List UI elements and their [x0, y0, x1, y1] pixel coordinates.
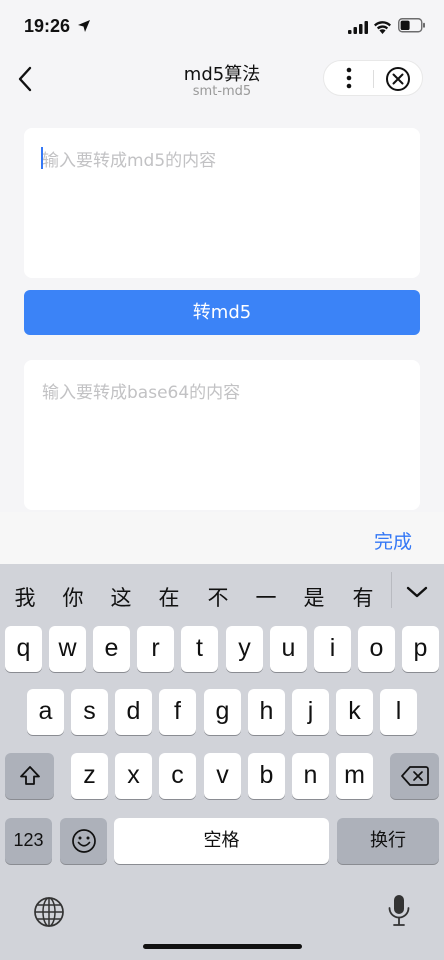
shift-key[interactable]	[5, 753, 54, 799]
candidate-word[interactable]: 一	[249, 582, 283, 612]
key[interactable]: l	[380, 689, 417, 735]
capsule-divider	[373, 70, 374, 88]
shift-icon	[19, 766, 40, 785]
battery-icon	[398, 18, 425, 33]
candidate-word[interactable]: 在	[152, 582, 186, 612]
key[interactable]: j	[292, 689, 329, 735]
key[interactable]: e	[93, 626, 130, 672]
close-icon[interactable]	[385, 66, 411, 92]
key[interactable]: u	[270, 626, 307, 672]
key[interactable]: a	[27, 689, 64, 735]
key[interactable]: x	[115, 753, 152, 799]
signal-icon	[348, 21, 368, 34]
key[interactable]: w	[49, 626, 86, 672]
delete-icon	[400, 766, 429, 786]
key[interactable]: q	[5, 626, 42, 672]
emoji-icon	[71, 829, 96, 853]
return-key[interactable]: 换行	[337, 818, 439, 864]
home-indicator	[143, 944, 302, 949]
key[interactable]: c	[159, 753, 196, 799]
key[interactable]: n	[292, 753, 329, 799]
status-time: 19:26	[24, 16, 71, 36]
candidate-word[interactable]: 这	[104, 582, 138, 612]
candidate-word[interactable]: 有	[346, 582, 380, 612]
mic-icon[interactable]	[385, 893, 413, 929]
key[interactable]: f	[159, 689, 196, 735]
wifi-icon	[374, 21, 391, 34]
key[interactable]: z	[71, 753, 108, 799]
done-button[interactable]: 完成	[374, 527, 412, 554]
location-arrow-icon	[78, 20, 90, 32]
key[interactable]: r	[137, 626, 174, 672]
key[interactable]: p	[402, 626, 439, 672]
key[interactable]: i	[314, 626, 351, 672]
key[interactable]: m	[336, 753, 373, 799]
candidate-word[interactable]: 是	[297, 582, 331, 612]
key[interactable]: g	[204, 689, 241, 735]
numbers-key[interactable]: 123	[5, 818, 52, 864]
candidate-divider	[391, 572, 392, 608]
key[interactable]: d	[115, 689, 152, 735]
base64-input[interactable]	[24, 360, 420, 510]
text-caret	[41, 147, 43, 169]
candidate-word[interactable]: 不	[201, 582, 235, 612]
md5-input[interactable]	[24, 128, 420, 278]
delete-key[interactable]	[390, 753, 439, 799]
key[interactable]: s	[71, 689, 108, 735]
chevron-down-icon[interactable]	[403, 580, 431, 604]
key[interactable]: t	[181, 626, 218, 672]
key[interactable]: y	[226, 626, 263, 672]
candidate-word[interactable]: 我	[8, 582, 42, 612]
convert-md5-button[interactable]: 转md5	[24, 290, 420, 335]
emoji-key[interactable]	[60, 818, 107, 864]
candidate-word[interactable]: 你	[56, 582, 90, 612]
key[interactable]: b	[248, 753, 285, 799]
key[interactable]: h	[248, 689, 285, 735]
space-key[interactable]: 空格	[114, 818, 329, 864]
key[interactable]: k	[336, 689, 373, 735]
globe-icon[interactable]	[33, 896, 65, 928]
more-icon[interactable]	[337, 62, 361, 94]
key[interactable]: v	[204, 753, 241, 799]
key[interactable]: o	[358, 626, 395, 672]
